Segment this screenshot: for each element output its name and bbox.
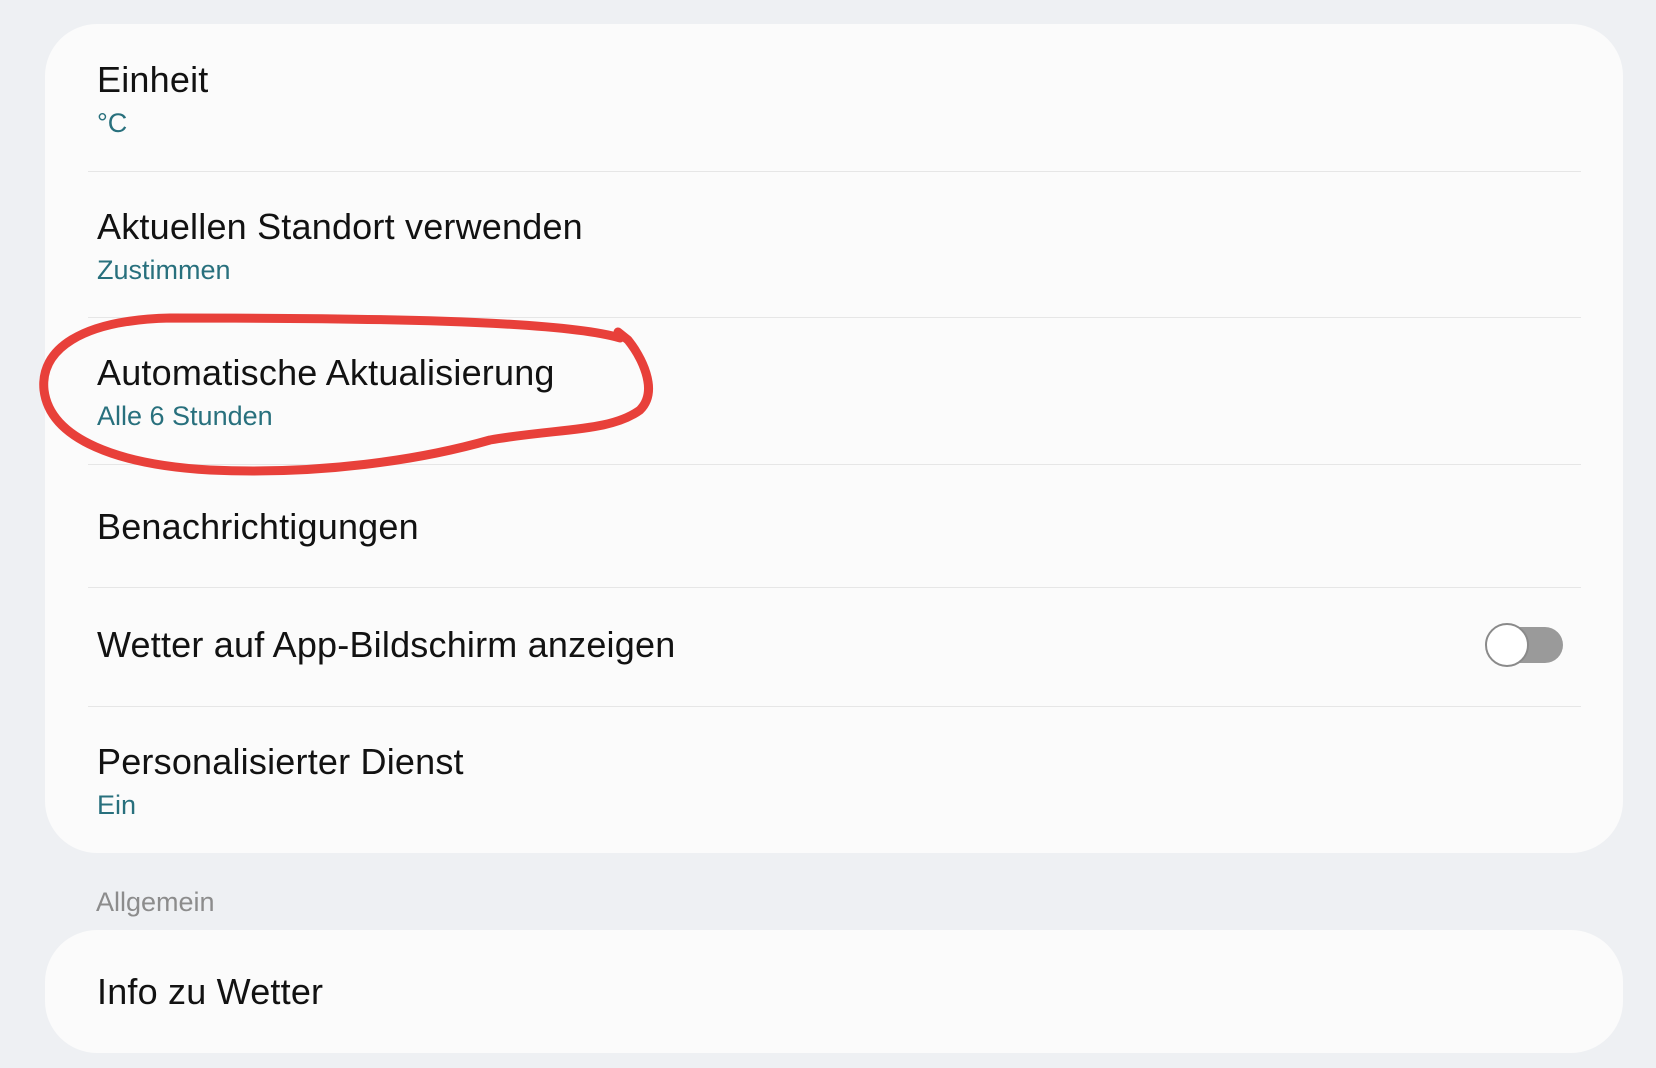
setting-current-location[interactable]: Aktuellen Standort verwenden Zustimmen xyxy=(45,205,1623,287)
section-header-general: Allgemein xyxy=(96,887,215,917)
divider xyxy=(88,317,1581,318)
setting-personalized-service-value: Ein xyxy=(97,790,137,820)
divider xyxy=(88,587,1581,588)
divider xyxy=(88,171,1581,172)
setting-current-location-title: Aktuellen Standort verwenden xyxy=(97,206,583,247)
setting-about-weather-title: Info zu Wetter xyxy=(97,971,324,1012)
setting-auto-update-value: Alle 6 Stunden xyxy=(97,401,273,431)
general-card: Info zu Wetter xyxy=(45,930,1623,1053)
setting-auto-update[interactable]: Automatische Aktualisierung Alle 6 Stund… xyxy=(45,351,1623,433)
divider xyxy=(88,464,1581,465)
setting-show-weather-title: Wetter auf App-Bildschirm anzeigen xyxy=(97,624,676,665)
setting-unit-title: Einheit xyxy=(97,59,209,100)
setting-unit[interactable]: Einheit °C xyxy=(45,58,1623,140)
setting-about-weather[interactable]: Info zu Wetter xyxy=(45,970,1623,1014)
divider xyxy=(88,706,1581,707)
toggle-knob xyxy=(1485,623,1529,667)
setting-notifications-title: Benachrichtigungen xyxy=(97,506,419,547)
setting-personalized-service[interactable]: Personalisierter Dienst Ein xyxy=(45,740,1623,822)
setting-auto-update-title: Automatische Aktualisierung xyxy=(97,352,555,393)
setting-personalized-service-title: Personalisierter Dienst xyxy=(97,741,464,782)
setting-unit-value: °C xyxy=(97,108,128,138)
setting-notifications[interactable]: Benachrichtigungen xyxy=(45,505,1623,549)
settings-card: Einheit °C Aktuellen Standort verwenden … xyxy=(45,24,1623,853)
setting-current-location-value: Zustimmen xyxy=(97,255,231,285)
setting-show-weather-on-apps-screen[interactable]: Wetter auf App-Bildschirm anzeigen xyxy=(45,601,1623,689)
show-weather-toggle[interactable] xyxy=(1485,621,1565,669)
